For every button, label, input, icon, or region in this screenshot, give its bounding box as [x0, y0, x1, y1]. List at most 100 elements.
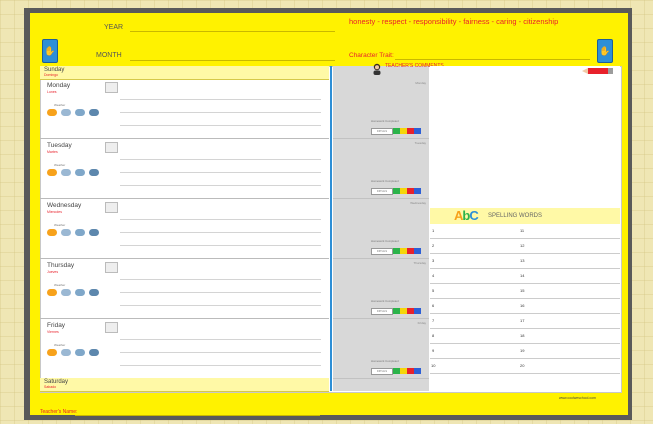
- cloud-icon[interactable]: [89, 349, 99, 356]
- note-line[interactable]: [120, 339, 321, 340]
- right-column: AbC SPELLING WORDS 1 2 3 4 5 6 7 8 9 10 …: [430, 66, 620, 391]
- spelling-row[interactable]: [430, 283, 620, 284]
- day-name: Tuesday: [47, 142, 72, 149]
- sun-icon[interactable]: [47, 109, 57, 116]
- rain-icon[interactable]: [75, 229, 85, 236]
- spelling-row[interactable]: [430, 343, 620, 344]
- partly-cloudy-icon[interactable]: [61, 169, 71, 176]
- homework-label: Homework Completed: [371, 239, 399, 243]
- note-line[interactable]: [120, 365, 321, 366]
- partly-cloudy-icon[interactable]: [61, 109, 71, 116]
- cloud-icon[interactable]: [89, 229, 99, 236]
- cell-day: Tuesday: [414, 141, 426, 145]
- spelling-row[interactable]: [430, 313, 620, 314]
- day-subtitle: Martes: [47, 150, 58, 154]
- note-line[interactable]: [120, 245, 321, 246]
- month-label: MONTH: [96, 52, 122, 59]
- column-divider: [330, 66, 332, 391]
- spelling-number: 18: [520, 333, 525, 338]
- note-line[interactable]: [120, 352, 321, 353]
- spelling-number: 8: [432, 333, 435, 338]
- rain-icon[interactable]: [75, 349, 85, 356]
- weather-icons: [47, 109, 117, 119]
- note-line[interactable]: [120, 112, 321, 113]
- sun-icon[interactable]: [47, 349, 57, 356]
- spelling-number: 20: [520, 363, 525, 368]
- comment-cell-tuesday[interactable]: Tuesday Homework Completed INITIALS: [333, 139, 429, 199]
- week-column: Sunday Domingo Monday Lunes Weather Tues…: [40, 66, 329, 392]
- note-line[interactable]: [120, 232, 321, 233]
- comment-cell-thursday[interactable]: Thursday Homework Completed INITIALS: [333, 259, 429, 319]
- character-trait-line[interactable]: [395, 59, 590, 60]
- note-line[interactable]: [120, 125, 321, 126]
- partly-cloudy-icon[interactable]: [61, 349, 71, 356]
- day-tuesday: Tuesday Martes Weather: [40, 139, 329, 199]
- rain-icon[interactable]: [75, 109, 85, 116]
- initials-box[interactable]: INITIALS: [371, 368, 393, 375]
- day-name: Wednesday: [47, 202, 82, 209]
- day-wednesday: Wednesday Miercoles Weather: [40, 199, 329, 259]
- sun-icon[interactable]: [47, 169, 57, 176]
- rain-icon[interactable]: [75, 289, 85, 296]
- day-checkbox[interactable]: [105, 202, 118, 213]
- note-line[interactable]: [120, 159, 321, 160]
- sun-icon[interactable]: [47, 229, 57, 236]
- day-subtitle: Miercoles: [47, 210, 62, 214]
- cloud-icon[interactable]: [89, 289, 99, 296]
- month-line[interactable]: [130, 60, 335, 61]
- note-line[interactable]: [120, 219, 321, 220]
- weather-icons: [47, 229, 117, 239]
- rating-bar[interactable]: [393, 188, 421, 194]
- cloud-icon[interactable]: [89, 109, 99, 116]
- partly-cloudy-icon[interactable]: [61, 289, 71, 296]
- spelling-row[interactable]: [430, 298, 620, 299]
- comment-cell-wednesday[interactable]: Wednesday Homework Completed INITIALS: [333, 199, 429, 259]
- character-trait-label: Character Trait:: [349, 52, 394, 59]
- day-checkbox[interactable]: [105, 262, 118, 273]
- rain-icon[interactable]: [75, 169, 85, 176]
- partly-cloudy-icon[interactable]: [61, 229, 71, 236]
- spelling-row[interactable]: [430, 253, 620, 254]
- rating-bar[interactable]: [393, 248, 421, 254]
- day-checkbox[interactable]: [105, 82, 118, 93]
- note-line[interactable]: [120, 279, 321, 280]
- homework-label: Homework Completed: [371, 119, 399, 123]
- sun-icon[interactable]: [47, 289, 57, 296]
- teacher-name-line[interactable]: [75, 415, 320, 416]
- initials-box[interactable]: INITIALS: [371, 128, 393, 135]
- spelling-row[interactable]: [430, 268, 620, 269]
- spelling-row[interactable]: [430, 358, 620, 359]
- spelling-number: 5: [432, 288, 435, 293]
- initials-box[interactable]: INITIALS: [371, 188, 393, 195]
- initials-box[interactable]: INITIALS: [371, 308, 393, 315]
- pencil-icon: [582, 68, 613, 74]
- spelling-number: 6: [432, 303, 435, 308]
- spelling-row[interactable]: [430, 328, 620, 329]
- day-checkbox[interactable]: [105, 322, 118, 333]
- rating-bar[interactable]: [393, 128, 421, 134]
- initials-box[interactable]: INITIALS: [371, 248, 393, 255]
- cloud-icon[interactable]: [89, 169, 99, 176]
- spelling-number: 14: [520, 273, 525, 278]
- note-line[interactable]: [120, 292, 321, 293]
- note-line[interactable]: [120, 172, 321, 173]
- spelling-row[interactable]: [430, 373, 620, 374]
- rating-bar[interactable]: [393, 368, 421, 374]
- note-line[interactable]: [120, 305, 321, 306]
- comment-cell-monday[interactable]: Monday Homework Completed INITIALS: [333, 79, 429, 139]
- website-url: www.coolweschool.com: [559, 396, 596, 400]
- day-thursday: Thursday Jueves Weather: [40, 259, 329, 319]
- day-checkbox[interactable]: [105, 142, 118, 153]
- comment-cell-friday[interactable]: Friday Homework Completed INITIALS: [333, 319, 429, 379]
- spelling-number: 15: [520, 288, 525, 293]
- rating-bar[interactable]: [393, 308, 421, 314]
- notes-area[interactable]: [430, 66, 620, 208]
- note-line[interactable]: [120, 185, 321, 186]
- note-line[interactable]: [120, 99, 321, 100]
- year-line[interactable]: [130, 31, 335, 32]
- day-name: Friday: [47, 322, 66, 329]
- spelling-number: 3: [432, 258, 435, 263]
- spelling-row[interactable]: [430, 238, 620, 239]
- spelling-number: 2: [432, 243, 435, 248]
- weather-label: Weather: [54, 223, 66, 227]
